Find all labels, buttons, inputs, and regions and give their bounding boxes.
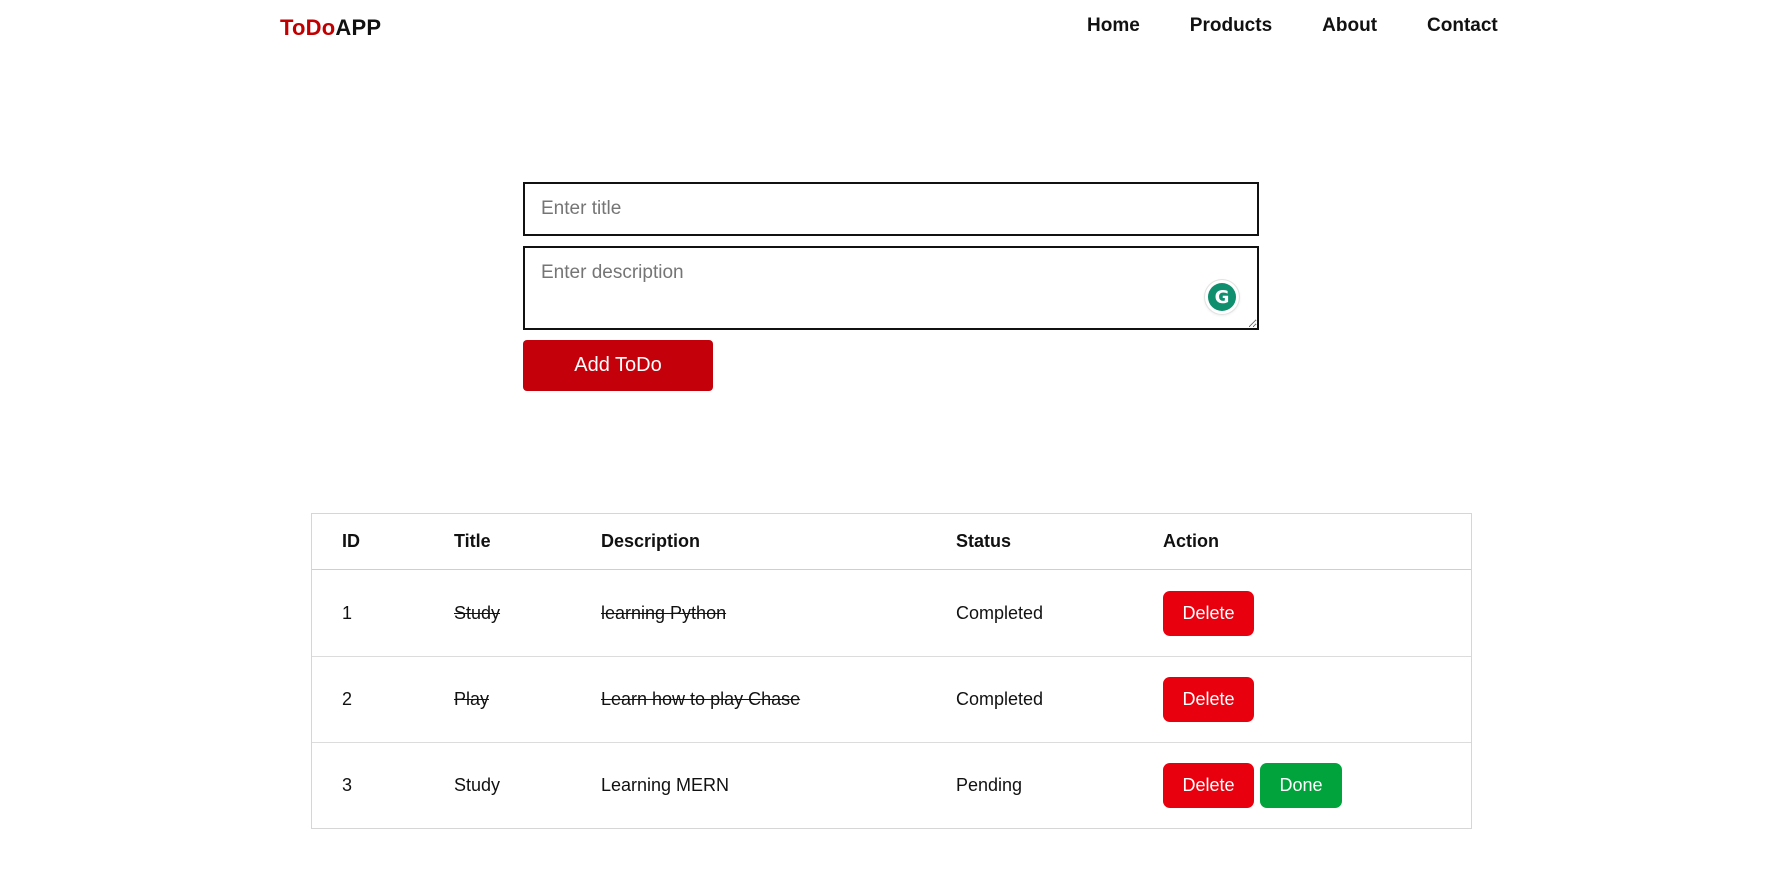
brand-logo[interactable]: ToDoAPP bbox=[280, 15, 381, 41]
cell-title: Study bbox=[454, 775, 501, 795]
grammarly-icon[interactable]: G bbox=[1205, 280, 1239, 314]
cell-id: 3 bbox=[342, 775, 353, 795]
header-description: Description bbox=[601, 531, 701, 551]
cell-status: Completed bbox=[956, 689, 1044, 709]
cell-description: Learning MERN bbox=[601, 775, 730, 795]
header-title: Title bbox=[454, 531, 491, 551]
todo-table: ID Title Description Status Action 1 Stu… bbox=[311, 513, 1472, 829]
nav-link-products[interactable]: Products bbox=[1190, 15, 1272, 37]
cell-title: Play bbox=[454, 689, 490, 709]
delete-button[interactable]: Delete bbox=[1163, 763, 1254, 808]
cell-status: Pending bbox=[956, 775, 1023, 795]
header-action: Action bbox=[1163, 531, 1219, 551]
description-wrapper: G bbox=[523, 246, 1259, 330]
cell-action: Delete bbox=[1163, 590, 1254, 636]
description-textarea[interactable] bbox=[523, 246, 1259, 330]
table-row: 3 Study Learning MERN Pending Delete Don… bbox=[312, 742, 1471, 828]
brand-part-app: APP bbox=[335, 15, 382, 40]
table-row: 1 Study learning Python Completed Delete bbox=[312, 570, 1471, 656]
delete-button[interactable]: Delete bbox=[1163, 590, 1254, 636]
cell-description: learning Python bbox=[601, 602, 727, 623]
table-header-row: ID Title Description Status Action bbox=[312, 514, 1471, 570]
done-button[interactable]: Done bbox=[1260, 763, 1342, 808]
cell-action: Delete Done bbox=[1163, 763, 1342, 808]
nav-link-about[interactable]: About bbox=[1322, 15, 1377, 37]
cell-status: Completed bbox=[956, 602, 1044, 623]
grammarly-g-glyph: G bbox=[1208, 283, 1236, 311]
navbar: ToDoAPP Home Products About Contact bbox=[0, 0, 1769, 56]
cell-title: Study bbox=[454, 602, 501, 623]
cell-id: 2 bbox=[342, 689, 353, 709]
table-row: 2 Play Learn how to play Chase Completed… bbox=[312, 656, 1471, 742]
brand-part-todo: ToDo bbox=[280, 15, 336, 40]
title-input[interactable] bbox=[523, 182, 1259, 236]
todo-form: G Add ToDo bbox=[523, 182, 1259, 391]
cell-action: Delete bbox=[1163, 677, 1254, 722]
delete-button[interactable]: Delete bbox=[1163, 677, 1254, 722]
add-todo-button[interactable]: Add ToDo bbox=[523, 340, 713, 391]
cell-id: 1 bbox=[342, 602, 353, 623]
nav-link-contact[interactable]: Contact bbox=[1427, 15, 1498, 37]
cell-description: Learn how to play Chase bbox=[601, 689, 801, 709]
nav-link-home[interactable]: Home bbox=[1087, 15, 1140, 37]
header-status: Status bbox=[956, 531, 1012, 551]
header-id: ID bbox=[342, 531, 360, 551]
nav-links: Home Products About Contact bbox=[1087, 15, 1548, 37]
